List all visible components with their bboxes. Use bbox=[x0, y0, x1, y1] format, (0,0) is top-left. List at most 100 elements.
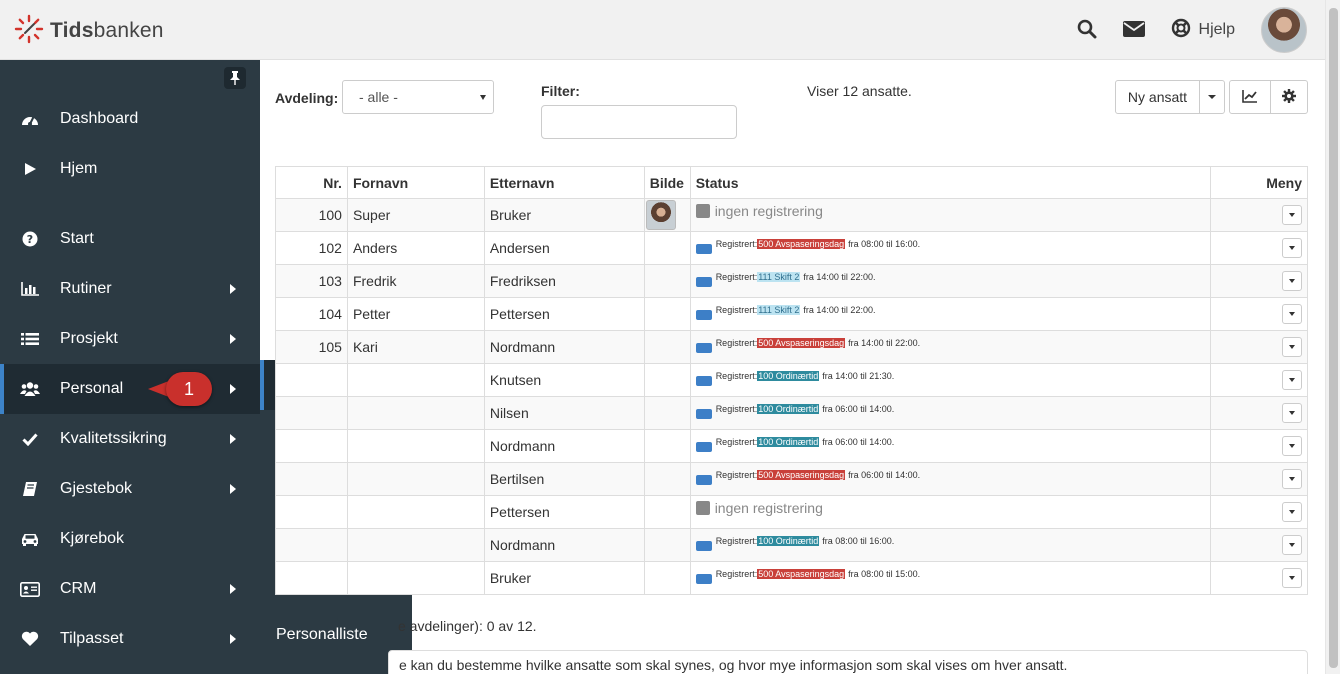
cell-fornavn bbox=[346, 363, 485, 397]
sidebar-item-label: Gjestebok bbox=[60, 480, 133, 497]
page-scrollbar[interactable] bbox=[1325, 0, 1340, 674]
status-blue-square bbox=[695, 277, 712, 287]
svg-text:?: ? bbox=[27, 233, 33, 246]
search-icon[interactable] bbox=[1077, 19, 1097, 42]
cell-meny bbox=[1210, 231, 1308, 265]
user-avatar[interactable] bbox=[1261, 7, 1307, 53]
sidebar-item-rutiner[interactable]: Rutiner bbox=[0, 264, 260, 314]
new-employee-button[interactable]: Ny ansatt bbox=[1115, 80, 1200, 114]
table-row[interactable]: 105 Kari Nordmann Registrert: 500 Avspaserin… bbox=[275, 330, 1308, 364]
row-menu-button[interactable] bbox=[1282, 436, 1302, 456]
table-row[interactable]: 100 Super Bruker ingen registrering bbox=[275, 198, 1308, 232]
cell-fornavn bbox=[346, 528, 485, 562]
sidebar-item-start[interactable]: ? Start bbox=[0, 214, 260, 264]
caret-right-icon bbox=[230, 284, 236, 294]
cell-nr: 100 bbox=[275, 198, 348, 232]
settings-button[interactable] bbox=[1270, 80, 1308, 114]
department-select[interactable]: - alle - bbox=[342, 80, 494, 114]
status-tag: 111 Skift 2 bbox=[757, 272, 801, 282]
caret-down-icon bbox=[1289, 543, 1295, 547]
cell-bilde bbox=[643, 462, 691, 496]
chart-button[interactable] bbox=[1229, 80, 1271, 114]
help-label: Hjelp bbox=[1198, 21, 1235, 38]
cell-status: Registrert: 500 Avspaseringsdag fra 08:00 … bbox=[689, 231, 1212, 265]
cell-meny bbox=[1210, 462, 1308, 496]
col-header-etternavn[interactable]: Etternavn bbox=[483, 166, 645, 199]
row-menu-button[interactable] bbox=[1282, 205, 1302, 225]
cell-etternavn: Bruker bbox=[483, 198, 645, 232]
row-menu-button[interactable] bbox=[1282, 271, 1302, 291]
caret-right-icon bbox=[230, 384, 236, 394]
employee-photo[interactable] bbox=[645, 200, 676, 230]
caret-down-icon bbox=[1289, 246, 1295, 250]
row-menu-button[interactable] bbox=[1282, 370, 1302, 390]
row-menu-button[interactable] bbox=[1282, 535, 1302, 555]
col-header-nr[interactable]: Nr. bbox=[275, 166, 348, 199]
chevron-down-icon bbox=[480, 95, 486, 100]
status-tag: 100 Ordinærtid bbox=[757, 536, 820, 546]
row-menu-button[interactable] bbox=[1282, 304, 1302, 324]
caret-down-icon bbox=[1289, 444, 1295, 448]
row-menu-button[interactable] bbox=[1282, 337, 1302, 357]
pin-icon[interactable] bbox=[224, 67, 246, 89]
row-menu-button[interactable] bbox=[1282, 469, 1302, 489]
callout-badge-1: 1 bbox=[166, 372, 212, 406]
help-link[interactable]: Hjelp bbox=[1171, 18, 1235, 43]
table-row[interactable]: 104 Petter Pettersen Registrert: 111 Skift 2… bbox=[275, 297, 1308, 331]
table-row[interactable]: Bruker Registrert: 500 Avspaseringsdag fra … bbox=[275, 561, 1308, 595]
status-blue-square bbox=[695, 475, 712, 485]
table-row[interactable]: Pettersen ingen registrering bbox=[275, 495, 1308, 529]
status-tag: 500 Avspaseringsdag bbox=[757, 470, 846, 480]
sidebar-item-gjestebok[interactable]: Gjestebok bbox=[0, 464, 260, 514]
cell-fornavn: Petter bbox=[346, 297, 485, 331]
caret-right-icon bbox=[230, 484, 236, 494]
cell-etternavn: Knutsen bbox=[483, 363, 645, 397]
table-row[interactable]: 102 Anders Andersen Registrert: 500 Avspaser… bbox=[275, 231, 1308, 265]
question-circle-icon: ? bbox=[20, 229, 40, 249]
cell-fornavn: Kari bbox=[346, 330, 485, 364]
col-header-fornavn[interactable]: Fornavn bbox=[346, 166, 485, 199]
sidebar-item-hjem[interactable]: Hjem bbox=[0, 144, 260, 194]
table-row[interactable]: Knutsen Registrert: 100 Ordinærtid fra 14:0… bbox=[275, 363, 1308, 397]
row-menu-button[interactable] bbox=[1282, 403, 1302, 423]
row-menu-button[interactable] bbox=[1282, 568, 1302, 588]
new-employee-dropdown-button[interactable] bbox=[1199, 80, 1225, 114]
cell-bilde bbox=[643, 396, 691, 430]
heart-icon bbox=[20, 629, 40, 649]
cell-nr bbox=[275, 396, 348, 430]
scrollbar-thumb[interactable] bbox=[1329, 8, 1338, 668]
status-blue-square bbox=[695, 409, 712, 419]
table-row[interactable]: 103 Fredrik Fredriksen Registrert: 111 Skift… bbox=[275, 264, 1308, 298]
sidebar-item-kvalitetssikring[interactable]: Kvalitetssikring bbox=[0, 414, 260, 464]
logo[interactable]: Tidsbanken bbox=[14, 14, 164, 47]
cell-etternavn: Bruker bbox=[483, 561, 645, 595]
sidebar-item-dashboard[interactable]: Dashboard bbox=[0, 94, 260, 144]
sidebar-item-tilpasset[interactable]: Tilpasset bbox=[0, 614, 260, 664]
caret-right-icon bbox=[230, 334, 236, 344]
status-registered: Registrert: 100 Ordinærtid fra 14:00 til 2… bbox=[695, 366, 894, 386]
sidebar-item-crm[interactable]: CRM bbox=[0, 564, 260, 614]
sidebar-item-prosjekt[interactable]: Prosjekt bbox=[0, 314, 260, 364]
caret-right-icon bbox=[230, 584, 236, 594]
sidebar-item-kjørebok[interactable]: Kjørebok bbox=[0, 514, 260, 564]
status-registered: Registrert: 111 Skift 2 fra 14:00 til 22:0… bbox=[695, 267, 875, 287]
status-blue-square bbox=[695, 442, 712, 452]
info-box: e kan du bestemme hvilke ansatte som ska… bbox=[388, 650, 1308, 674]
cell-meny bbox=[1210, 396, 1308, 430]
cell-etternavn: Pettersen bbox=[483, 297, 645, 331]
table-row[interactable]: Bertilsen Registrert: 500 Avspaseringsdag f… bbox=[275, 462, 1308, 496]
filter-input[interactable] bbox=[541, 105, 737, 139]
cell-nr bbox=[275, 528, 348, 562]
table-row[interactable]: Nilsen Registrert: 100 Ordinærtid fra 06:00… bbox=[275, 396, 1308, 430]
cell-status: Registrert: 100 Ordinærtid fra 08:00 til 1… bbox=[689, 528, 1212, 562]
logo-text: Tidsbanken bbox=[50, 18, 164, 42]
caret-right-icon bbox=[230, 434, 236, 444]
row-menu-button[interactable] bbox=[1282, 502, 1302, 522]
envelope-icon[interactable] bbox=[1122, 20, 1145, 40]
logo-clock-icon bbox=[14, 14, 44, 47]
sidebar-item-personal[interactable]: Personal bbox=[0, 364, 260, 414]
table-row[interactable]: Nordmann Registrert: 100 Ordinærtid fra 06:… bbox=[275, 429, 1308, 463]
sidebar-item-label: CRM bbox=[60, 580, 97, 597]
row-menu-button[interactable] bbox=[1282, 238, 1302, 258]
table-row[interactable]: Nordmann Registrert: 100 Ordinærtid fra 08:… bbox=[275, 528, 1308, 562]
